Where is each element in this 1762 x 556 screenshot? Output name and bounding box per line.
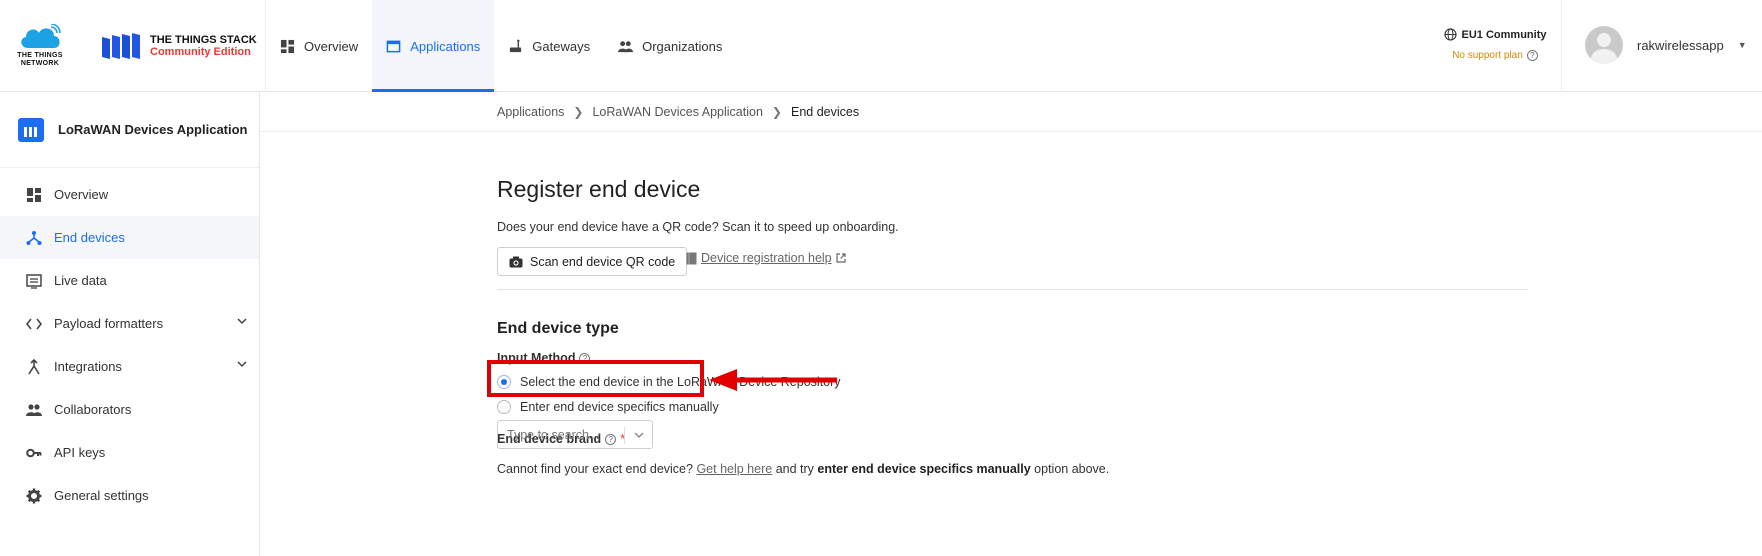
ttn-logo[interactable]: THE THINGS NETWORK [12,22,68,70]
page-title: Register end device [497,176,701,202]
sidebar-item-api-keys[interactable]: API keys [0,431,259,474]
annotation-arrow-icon [709,369,837,391]
stack-name: THE THINGS STACK [150,34,257,46]
code-icon [26,318,42,329]
breadcrumb: Applications ❯ LoRaWAN Devices Applicati… [260,92,1762,132]
support-plan-label: No support plan [1452,50,1523,61]
main-nav: Overview Applications Gateways Organizat… [266,0,736,92]
stack-bars-icon [102,33,140,59]
sidebar-item-payload-formatters[interactable]: Payload formatters [0,302,259,345]
help-link-label: Device registration help [701,251,832,265]
gateway-icon [510,39,522,52]
book-icon [686,252,697,264]
breadcrumb-applications[interactable]: Applications [497,105,564,119]
nav-gateways[interactable]: Gateways [494,0,604,92]
brand-select-placeholder: Type to search... [507,427,600,442]
people-icon [618,40,634,52]
section-divider [497,289,1528,290]
camera-icon [509,256,523,267]
gear-icon [26,488,42,503]
breadcrumb-application[interactable]: LoRaWAN Devices Application [592,105,762,119]
sidebar-nav: Overview End devices Live data Payload f… [0,173,259,517]
sidebar-item-overview[interactable]: Overview [0,173,259,216]
chevron-down-icon[interactable] [634,431,644,439]
sidebar-item-label: Overview [54,187,109,202]
help-circle-icon[interactable]: ? [1526,50,1538,61]
globe-icon [1443,28,1457,41]
chevron-down-icon[interactable] [237,359,247,369]
nav-gateways-label: Gateways [532,38,591,54]
note-suffix: option above. [1034,462,1110,476]
grid-icon [280,39,295,53]
external-link-icon [836,253,846,263]
cloud-logo-icon [21,24,61,48]
radio-button[interactable] [497,400,511,414]
radio-manual[interactable]: Enter end device specifics manually [497,400,719,414]
cluster-selector[interactable]: EU1 Community No support plan ? [1425,28,1565,61]
sidebar-item-label: General settings [54,488,149,503]
things-stack-logo[interactable]: THE THINGS STACK Community Edition [100,32,260,62]
nav-overview[interactable]: Overview [266,0,372,92]
sidebar-app-header[interactable]: LoRaWAN Devices Application [0,92,259,168]
window-icon [386,40,401,52]
user-divider [1561,0,1562,92]
sidebar-item-label: End devices [54,230,125,245]
sidebar-item-label: Payload formatters [54,316,164,331]
cluster-name-row: EU1 Community [1425,28,1565,41]
note-mid: and try [775,462,814,476]
caret-down-icon: ▼ [1737,40,1747,50]
nav-overview-label: Overview [304,38,359,54]
sidebar: LoRaWAN Devices Application Overview End… [0,92,260,556]
chevron-right-icon: ❯ [771,104,782,119]
device-tree-icon [26,230,42,245]
section-title-device-type: End device type [497,320,619,337]
ttn-logo-text: THE THINGS NETWORK [17,52,63,67]
nav-organizations[interactable]: Organizations [604,0,736,92]
end-device-brand-select[interactable]: Type to search... [497,420,653,449]
sidebar-item-label: Live data [54,273,107,288]
select-separator [624,427,625,444]
user-menu[interactable]: rakwirelessapp ▼ [1585,26,1747,64]
sidebar-item-live-data[interactable]: Live data [0,259,259,302]
key-icon [26,448,42,457]
cluster-name: EU1 Community [1461,28,1547,41]
top-header: THE THINGS NETWORK THE THINGS STACK Comm… [0,0,1762,92]
sidebar-item-label: API keys [54,445,106,460]
support-plan: No support plan ? [1425,50,1565,61]
sidebar-item-label: Integrations [54,359,122,374]
sidebar-app-title: LoRaWAN Devices Application [58,122,248,137]
list-icon [26,273,42,289]
breadcrumb-current: End devices [790,104,860,119]
user-name: rakwirelessapp [1637,37,1724,53]
scan-qr-label: Scan end device QR code [530,254,676,269]
chevron-down-icon[interactable] [237,316,247,326]
qr-hint-text: Does your end device have a QR code? Sca… [497,220,899,234]
avatar [1585,26,1623,64]
annotation-highlight-box [487,360,704,397]
radio-manual-label: Enter end device specifics manually [520,400,719,414]
note-prefix: Cannot find your exact end device? [497,462,693,476]
get-help-link[interactable]: Get help here [696,462,772,476]
sidebar-item-general-settings[interactable]: General settings [0,474,259,517]
scan-qr-button[interactable]: Scan end device QR code [497,247,688,276]
grid-icon [27,187,41,202]
sidebar-item-collaborators[interactable]: Collaborators [0,388,259,431]
sidebar-item-label: Collaborators [54,402,132,417]
nav-applications[interactable]: Applications [372,0,495,92]
device-registration-help-link[interactable]: Device registration help [686,251,846,265]
app-chart-icon [18,117,44,142]
integration-icon [28,358,40,374]
chevron-right-icon: ❯ [573,104,584,119]
help-note: Cannot find your exact end device? Get h… [497,462,1109,476]
people-icon [26,403,42,416]
sidebar-item-end-devices[interactable]: End devices [0,216,259,259]
nav-organizations-label: Organizations [642,38,723,54]
note-strong: enter end device specifics manually [817,462,1031,476]
sidebar-item-integrations[interactable]: Integrations [0,345,259,388]
nav-applications-label: Applications [410,38,481,54]
stack-edition: Community Edition [150,46,251,58]
